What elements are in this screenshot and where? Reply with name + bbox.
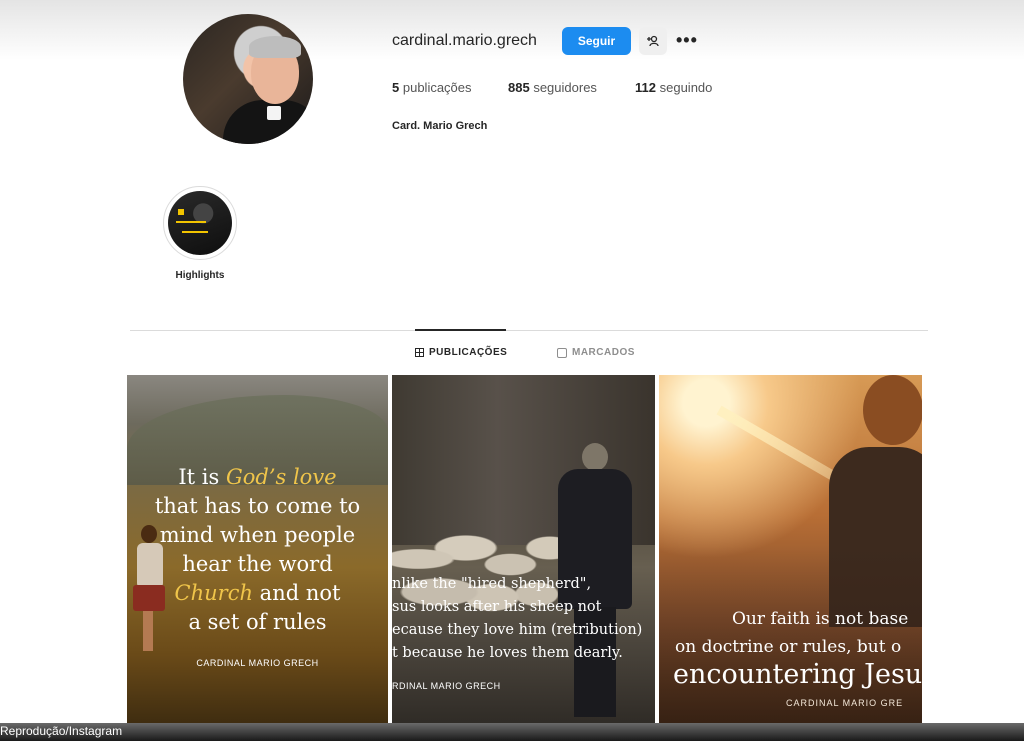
story-highlight[interactable] <box>163 186 237 260</box>
top-fade <box>0 0 1024 60</box>
tabs-divider <box>130 330 928 331</box>
posts-count: 5 <box>392 80 400 95</box>
bottom-bar <box>0 723 1024 741</box>
post-1-quote: It is God’s love that has to come to min… <box>154 465 361 634</box>
followers-stat[interactable]: 885 seguidores <box>508 80 597 95</box>
posts-stat[interactable]: 5 publicações <box>392 80 472 95</box>
post-2-signature: RDINAL MARIO GRECH <box>392 681 501 691</box>
post-3-quote-line-1: Our faith is not base <box>732 609 909 629</box>
post-2[interactable]: nlike the "hired shepherd", sus looks af… <box>392 375 655 725</box>
tab-tagged-label: MARCADOS <box>572 347 635 358</box>
post-3-quote-line-2: on doctrine or rules, but o <box>675 637 902 657</box>
followers-stat-label: seguidores <box>533 80 597 95</box>
posts-stat-label: publicações <box>402 80 472 95</box>
more-options-button[interactable]: ••• <box>676 30 698 51</box>
followers-count: 885 <box>508 80 530 95</box>
post-3-signature: CARDINAL MARIO GRE <box>786 698 904 708</box>
grid-icon <box>415 348 424 357</box>
highlight-thumbnail <box>168 191 232 255</box>
tab-posts[interactable]: PUBLICAÇÕES <box>415 347 507 358</box>
post-1[interactable]: It is God’s love that has to come to min… <box>127 375 388 725</box>
post-3-quote-line-3: encountering Jesu <box>673 659 922 690</box>
add-person-button[interactable] <box>639 27 667 55</box>
profile-avatar[interactable] <box>183 14 313 144</box>
highlight-label: Highlights <box>175 270 225 281</box>
post-2-quote: nlike the "hired shepherd", sus looks af… <box>392 576 643 661</box>
tab-posts-label: PUBLICAÇÕES <box>429 347 508 358</box>
follow-button[interactable]: Seguir <box>562 27 631 55</box>
tab-tagged[interactable]: MARCADOS <box>557 347 635 358</box>
following-stat[interactable]: 112 seguindo <box>635 80 712 95</box>
following-stat-label: seguindo <box>659 80 713 95</box>
active-tab-indicator <box>415 329 506 331</box>
following-count: 112 <box>635 80 656 95</box>
tagged-icon <box>557 347 567 358</box>
profile-username: cardinal.mario.grech <box>392 32 537 49</box>
avatar-hair <box>249 36 301 58</box>
avatar-collar <box>267 106 281 120</box>
post-1-signature: CARDINAL MARIO GRECH <box>196 658 319 668</box>
add-person-icon <box>647 35 659 47</box>
photo-credit: Reprodução/Instagram <box>0 724 123 738</box>
post-3[interactable]: Our faith is not base on doctrine or rul… <box>659 375 922 725</box>
profile-full-name: Card. Mario Grech <box>392 120 488 132</box>
